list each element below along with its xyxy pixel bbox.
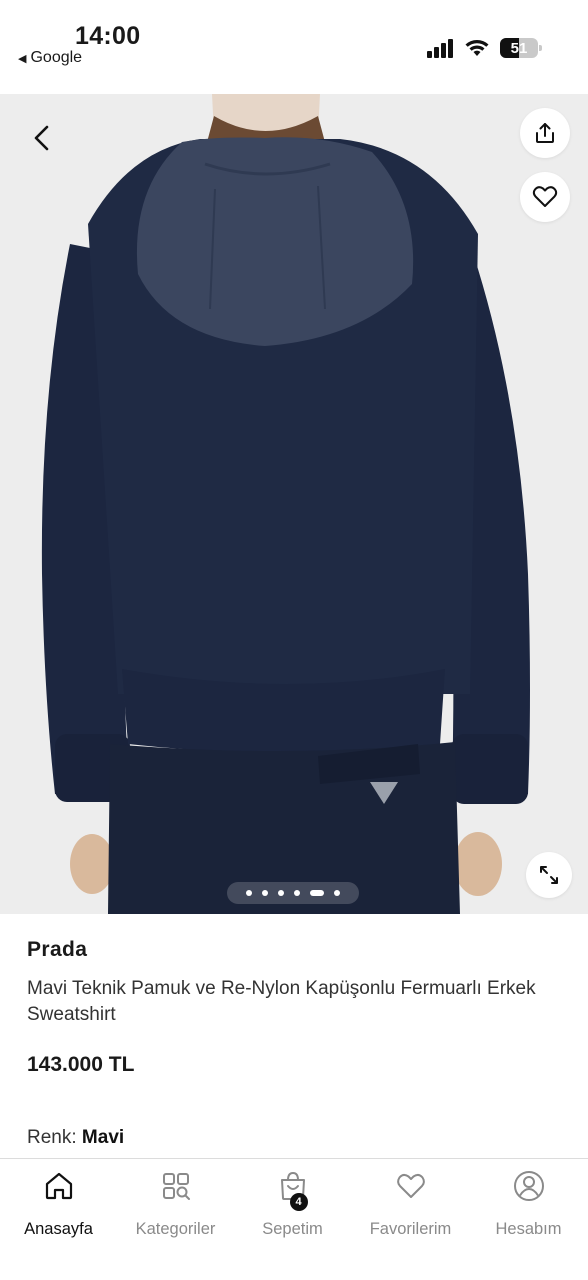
heart-icon bbox=[396, 1174, 425, 1198]
tab-account[interactable]: Hesabım bbox=[470, 1169, 587, 1249]
product-price: 143.000 TL bbox=[27, 1053, 135, 1076]
wifi-icon bbox=[465, 40, 489, 56]
product-photo bbox=[0, 94, 588, 914]
cart-count-badge: 4 bbox=[289, 1193, 308, 1211]
back-triangle-icon: ◀ bbox=[18, 52, 27, 65]
share-button[interactable] bbox=[520, 108, 570, 158]
expand-image-button[interactable] bbox=[526, 852, 572, 898]
bottom-tab-bar: Anasayfa Kategoriler 4 Sepetim Favoriler… bbox=[0, 1158, 588, 1280]
status-time: 14:00 bbox=[75, 22, 141, 50]
tab-favorites[interactable]: Favorilerim bbox=[352, 1169, 469, 1249]
tab-home[interactable]: Anasayfa bbox=[0, 1169, 117, 1249]
color-label: Renk: bbox=[27, 1127, 77, 1148]
pagination-dot[interactable] bbox=[294, 890, 300, 896]
user-icon bbox=[513, 1171, 544, 1201]
pagination-dot[interactable] bbox=[246, 890, 252, 896]
pagination-dot[interactable] bbox=[262, 890, 268, 896]
tab-label: Hesabım bbox=[495, 1220, 562, 1238]
pagination-dot[interactable] bbox=[334, 890, 340, 896]
home-icon bbox=[45, 1172, 72, 1200]
tab-label: Favorilerim bbox=[369, 1220, 452, 1238]
cart-icon-wrapper: 4 bbox=[276, 1169, 310, 1211]
tab-categories[interactable]: Kategoriler bbox=[117, 1169, 234, 1249]
status-icons: 51 bbox=[426, 36, 542, 60]
product-image-gallery[interactable] bbox=[0, 94, 588, 914]
battery-icon: 51 bbox=[500, 38, 542, 58]
color-selector[interactable]: Renk: Mavi bbox=[27, 1127, 124, 1149]
battery-percent: 51 bbox=[510, 39, 528, 57]
status-bar: 14:00 ◀ Google 51 bbox=[0, 0, 588, 94]
cellular-signal-icon bbox=[427, 39, 453, 58]
chevron-left-icon bbox=[34, 125, 49, 151]
share-icon bbox=[536, 123, 554, 143]
back-app-label: Google bbox=[30, 49, 83, 66]
heart-icon bbox=[532, 186, 558, 207]
tab-label: Sepetim bbox=[262, 1220, 323, 1238]
back-button[interactable] bbox=[22, 118, 62, 158]
tab-label: Kategoriler bbox=[135, 1220, 216, 1238]
expand-icon bbox=[540, 866, 558, 884]
back-to-app-link[interactable]: ◀ Google bbox=[18, 49, 82, 67]
gallery-pagination[interactable] bbox=[227, 882, 359, 904]
product-brand[interactable]: Prada bbox=[27, 938, 87, 962]
tab-cart[interactable]: 4 Sepetim bbox=[234, 1169, 351, 1249]
tab-label: Anasayfa bbox=[24, 1220, 93, 1238]
color-value: Mavi bbox=[81, 1127, 125, 1148]
pagination-dot-active[interactable] bbox=[310, 890, 324, 896]
product-title: Mavi Teknik Pamuk ve Re-Nylon Kapüşonlu … bbox=[27, 978, 536, 1025]
pagination-dot[interactable] bbox=[278, 890, 284, 896]
favorite-button[interactable] bbox=[520, 172, 570, 222]
categories-icon bbox=[162, 1173, 190, 1200]
